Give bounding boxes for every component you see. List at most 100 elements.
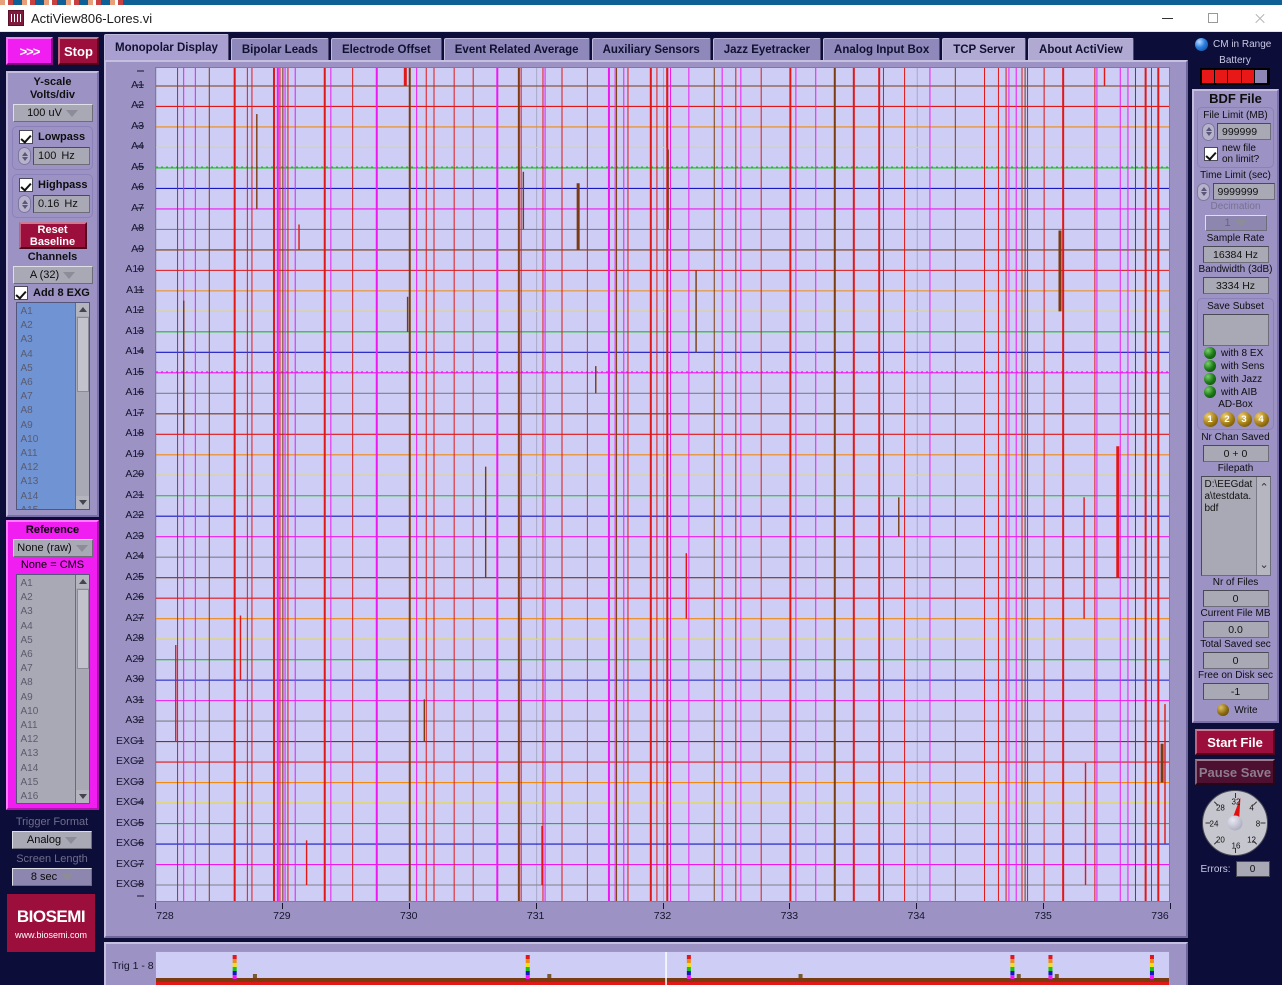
lowpass-input[interactable]: 100 Hz <box>33 147 90 165</box>
adbox-selector[interactable]: 1234 <box>1200 412 1271 427</box>
scroll-down-icon[interactable] <box>76 496 90 509</box>
trigger-plot-canvas[interactable] <box>155 951 1170 985</box>
screen-length-select[interactable]: 8 sec <box>12 868 92 886</box>
file-limit-input[interactable]: 999999 <box>1217 123 1271 140</box>
axis-tick <box>137 289 144 290</box>
lowpass-stepper[interactable] <box>18 147 31 165</box>
adbox-item[interactable]: 4 <box>1254 412 1269 427</box>
center-area: Monopolar DisplayBipolar LeadsElectrode … <box>104 34 1188 983</box>
channel-listbox[interactable]: A1A2A3A4A5A6A7A8A9A10A11A12A13A14A15A16 <box>16 302 90 510</box>
with-aib-led-icon <box>1204 386 1216 398</box>
run-button[interactable]: >>> <box>6 37 53 65</box>
channel-list-scrollbar[interactable] <box>75 303 89 509</box>
tab-auxiliary-sensors[interactable]: Auxiliary Sensors <box>592 38 711 60</box>
adbox-item[interactable]: 2 <box>1220 412 1235 427</box>
with-aib-row[interactable]: with AIB <box>1200 386 1271 398</box>
reference-select[interactable]: None (raw) <box>13 539 93 557</box>
highpass-checkbox-row[interactable]: Highpass <box>15 178 90 192</box>
tab-analog-input-box[interactable]: Analog Input Box <box>823 38 940 60</box>
close-button[interactable] <box>1236 5 1282 32</box>
lowpass-checkbox[interactable] <box>19 130 33 144</box>
reference-list-scrollbar[interactable] <box>75 575 89 803</box>
reference-listbox[interactable]: A1A2A3A4A5A6A7A8A9A10A11A12A13A14A15A16 <box>16 574 90 804</box>
yscale-value: 100 uV <box>27 107 62 119</box>
total-saved-value: 0 <box>1203 652 1269 669</box>
axis-tick <box>536 903 537 909</box>
scrollbar-thumb[interactable] <box>77 317 89 392</box>
screen-length-label: Screen Length <box>2 853 102 866</box>
trigger-marker <box>233 971 237 975</box>
scrollbar-thumb[interactable] <box>77 589 89 669</box>
axis-tick <box>137 494 144 495</box>
channels-select[interactable]: A (32) <box>13 266 93 284</box>
tab-bipolar-leads[interactable]: Bipolar Leads <box>231 38 329 60</box>
sample-rate-label: Sample Rate <box>1196 233 1275 245</box>
chevron-up-icon[interactable]: ⌃ <box>1260 481 1269 494</box>
highpass-input[interactable]: 0.16 Hz <box>33 195 90 213</box>
adbox-item[interactable]: 1 <box>1203 412 1218 427</box>
tab-jazz-eyetracker[interactable]: Jazz Eyetracker <box>713 38 821 60</box>
axis-tick <box>137 453 144 454</box>
with-sens-row[interactable]: with Sens <box>1200 360 1271 372</box>
eeg-plot-canvas[interactable] <box>155 67 1170 902</box>
axis-tick <box>137 187 144 188</box>
scroll-up-icon[interactable] <box>76 575 90 588</box>
new-file-on-limit-checkbox[interactable] <box>1204 147 1218 161</box>
tab-about-actiview[interactable]: About ActiView <box>1028 38 1134 60</box>
trigger-marker <box>1150 963 1154 967</box>
stop-button[interactable]: Stop <box>58 37 99 65</box>
axis-tick <box>137 761 144 762</box>
lowpass-checkbox-row[interactable]: Lowpass <box>15 130 90 144</box>
axis-tick <box>137 71 144 72</box>
nr-of-files-value: 0 <box>1203 590 1269 607</box>
trigger-marker <box>233 975 237 979</box>
adbox-item[interactable]: 3 <box>1237 412 1252 427</box>
axis-tick <box>137 310 144 311</box>
with-jazz-row[interactable]: with Jazz <box>1200 373 1271 385</box>
highpass-checkbox[interactable] <box>19 178 33 192</box>
trigger-marker <box>1150 967 1154 971</box>
bandwidth-value: 3334 Hz <box>1203 277 1269 294</box>
highpass-group: Highpass 0.16 Hz <box>12 174 93 218</box>
trigger-marker <box>526 959 530 963</box>
pause-save-button[interactable]: Pause Save <box>1195 759 1275 785</box>
axis-tick <box>916 903 917 909</box>
tab-tcp-server[interactable]: TCP Server <box>942 38 1026 60</box>
minimize-button[interactable] <box>1144 5 1190 32</box>
tab-electrode-offset[interactable]: Electrode Offset <box>331 38 442 60</box>
filepath-scrollbar[interactable]: ⌃ ⌄ <box>1256 477 1270 575</box>
trigger-marker <box>687 955 691 959</box>
trigger-marker <box>1010 959 1014 963</box>
time-limit-stepper[interactable] <box>1197 183 1210 201</box>
axis-tick <box>137 412 144 413</box>
yscale-select[interactable]: 100 uV <box>13 104 93 122</box>
tab-event-related-average[interactable]: Event Related Average <box>444 38 590 60</box>
time-limit-input[interactable]: 9999999 <box>1213 183 1275 200</box>
maximize-button[interactable] <box>1190 5 1236 32</box>
gauge-tick <box>1261 823 1266 824</box>
tab-label: Event Related Average <box>455 44 579 56</box>
tab-label: Analog Input Box <box>834 44 929 56</box>
save-subset-input[interactable] <box>1203 314 1269 346</box>
add-exg-checkbox[interactable] <box>14 286 28 300</box>
with-jazz-label: with Jazz <box>1221 374 1262 385</box>
filepath-box[interactable]: D:\EEGdata\testdata.bdf ⌃ ⌄ <box>1201 476 1271 576</box>
with-8ex-row[interactable]: with 8 EX <box>1200 347 1271 359</box>
scroll-down-icon[interactable] <box>76 790 90 803</box>
trigger-format-select[interactable]: Analog <box>12 831 92 849</box>
highpass-stepper[interactable] <box>18 195 31 213</box>
add-exg-row[interactable]: Add 8 EXG <box>10 286 95 300</box>
tab-monopolar-display[interactable]: Monopolar Display <box>104 34 229 60</box>
start-file-button[interactable]: Start File <box>1195 729 1275 755</box>
trigger-marker <box>687 967 691 971</box>
lowpass-group: Lowpass 100 Hz <box>12 126 93 170</box>
scroll-up-icon[interactable] <box>76 303 90 316</box>
chevron-down-icon[interactable]: ⌄ <box>1260 558 1269 571</box>
lowpass-value: 100 <box>38 150 56 162</box>
battery-indicator <box>1200 68 1270 85</box>
reset-baseline-button[interactable]: Reset Baseline <box>19 222 87 249</box>
file-limit-stepper[interactable] <box>1202 123 1215 141</box>
axis-tick <box>137 658 144 659</box>
trigger-marker <box>1010 975 1014 979</box>
decimation-select[interactable]: 1 <box>1205 215 1267 231</box>
